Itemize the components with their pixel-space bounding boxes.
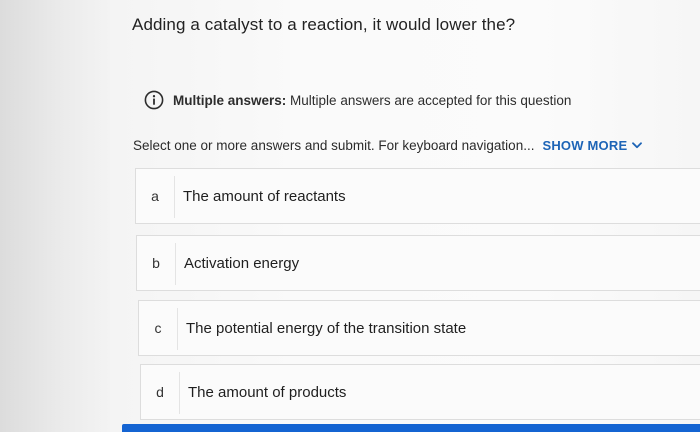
answer-option-a[interactable]: a The amount of reactants	[135, 168, 700, 224]
notice-text: Multiple answers: Multiple answers are a…	[173, 93, 571, 108]
left-margin-panel	[0, 0, 110, 432]
instructions-text: Select one or more answers and submit. F…	[133, 138, 535, 153]
answer-option-c[interactable]: c The potential energy of the transition…	[138, 300, 700, 356]
option-divider	[177, 308, 178, 350]
instructions: Select one or more answers and submit. F…	[133, 138, 643, 153]
multiple-answers-notice: Multiple answers: Multiple answers are a…	[144, 90, 571, 110]
question-title: Adding a catalyst to a reaction, it woul…	[132, 15, 516, 34]
answer-option-d[interactable]: d The amount of products	[140, 364, 700, 420]
option-text: Activation energy	[184, 254, 300, 272]
option-divider	[179, 372, 180, 414]
notice-label: Multiple answers:	[173, 92, 287, 108]
option-letter: b	[152, 255, 160, 271]
option-text: The amount of products	[188, 383, 347, 401]
show-more-button[interactable]: SHOW MORE	[542, 138, 643, 153]
option-letter: c	[154, 320, 162, 336]
show-more-label: SHOW MORE	[542, 138, 628, 153]
option-text: The potential energy of the transition s…	[186, 319, 467, 337]
answer-option-b[interactable]: b Activation energy	[136, 235, 700, 291]
option-text: The amount of reactants	[183, 187, 346, 205]
option-divider	[174, 176, 175, 218]
info-icon	[144, 90, 164, 110]
option-divider	[175, 243, 176, 285]
option-letter: d	[156, 384, 164, 400]
submit-button[interactable]	[122, 424, 700, 432]
chevron-down-icon	[632, 142, 643, 149]
option-letter: a	[151, 188, 159, 204]
notice-message: Multiple answers are accepted for this q…	[290, 92, 572, 108]
